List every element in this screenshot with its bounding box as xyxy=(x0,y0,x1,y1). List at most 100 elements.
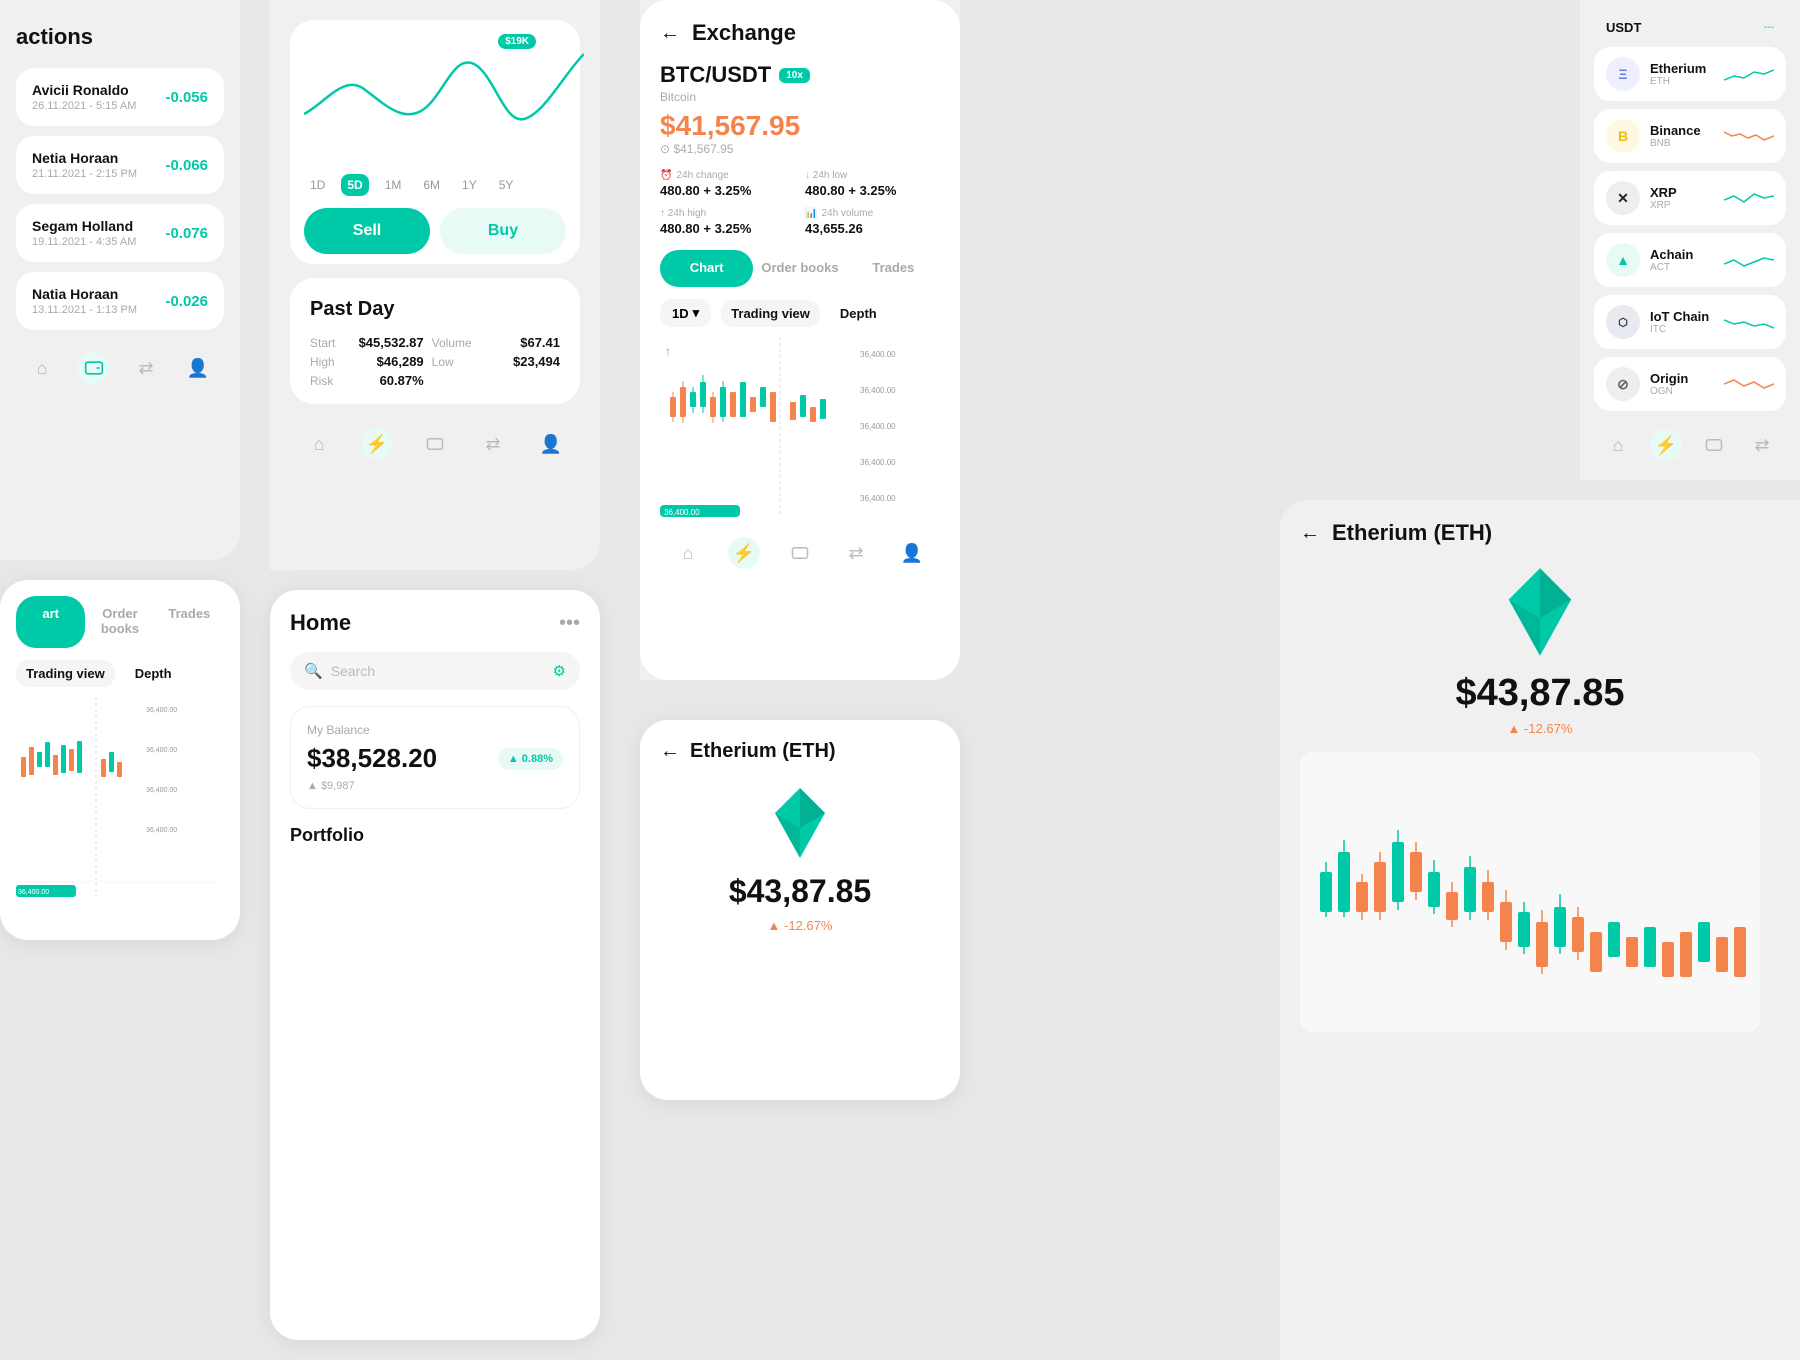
eth-right-back-button[interactable]: ← xyxy=(1300,522,1320,545)
coins-nav-home[interactable]: ⌂ xyxy=(1602,429,1634,461)
chart-nav-wallet[interactable] xyxy=(419,428,451,460)
bl-tab-art[interactable]: art xyxy=(16,596,85,648)
bl-chart-area: 36,400.00 36,400.00 36,400.00 36,400.00 … xyxy=(16,697,224,897)
bl-tab-orderbooks[interactable]: Order books xyxy=(85,596,154,648)
svg-text:36,400.00: 36,400.00 xyxy=(860,458,896,467)
eth-right-change: ▲ -12.67% xyxy=(1300,721,1780,736)
exchange-panel: ← Exchange BTC/USDT 10x Bitcoin $41,567.… xyxy=(640,0,960,680)
eth-header: ← Etherium (ETH) xyxy=(660,740,940,763)
coin-itc[interactable]: ⬡ IoT Chain ITC xyxy=(1594,295,1786,349)
stats-grid: ⏰24h change 480.80 + 3.25% ↓ 24h low 480… xyxy=(660,170,940,236)
ogn-sparkline xyxy=(1724,372,1774,396)
stat-high: ↑ 24h high 480.80 + 3.25% xyxy=(660,208,795,236)
coin-ogn[interactable]: ⊘ Origin OGN xyxy=(1594,357,1786,411)
coins-nav-wallet[interactable] xyxy=(1698,429,1730,461)
eth-right-candle-svg xyxy=(1300,752,1760,1032)
pair-subtitle: Bitcoin xyxy=(660,90,940,104)
low-label-ex: ↓ 24h low xyxy=(805,170,940,181)
chart-nav-profile[interactable]: 👤 xyxy=(535,428,567,460)
eth-right-price: $43,87.85 xyxy=(1300,672,1780,715)
eth-price: $43,87.85 xyxy=(729,873,871,910)
home-menu-button[interactable]: ••• xyxy=(559,612,580,635)
start-value: $45,532.87 xyxy=(343,335,423,350)
txn-item-1[interactable]: Avicii Ronaldo 26.11.2021 - 5:15 AM -0.0… xyxy=(16,68,224,126)
chart-panel: $19K 1D 5D 1M 6M 1Y 5Y Sell Buy Past Day… xyxy=(270,0,600,570)
nav-exchange-icon[interactable]: ⇄ xyxy=(130,352,162,384)
transactions-title: actions xyxy=(16,24,224,50)
filter-5d[interactable]: 5D xyxy=(341,174,368,196)
nav-profile-icon[interactable]: 👤 xyxy=(182,352,214,384)
coins-nav-bolt[interactable]: ⚡ xyxy=(1650,429,1682,461)
past-day-title: Past Day xyxy=(310,298,560,321)
ex-nav-profile[interactable]: 👤 xyxy=(896,537,928,569)
eth-diamond xyxy=(760,783,840,863)
eth-name: Etherium xyxy=(1650,61,1714,76)
home-title: Home xyxy=(290,610,351,636)
ex-nav-exchange[interactable]: ⇄ xyxy=(840,537,872,569)
tab-orderbooks[interactable]: Order books xyxy=(753,250,846,287)
filter-1d[interactable]: 1D xyxy=(304,174,331,196)
balance-label: My Balance xyxy=(307,723,563,737)
bl-candle-svg: 36,400.00 36,400.00 36,400.00 36,400.00 … xyxy=(16,697,216,897)
txn-item-3[interactable]: Segam Holland 19.11.2021 - 4:35 AM -0.07… xyxy=(16,204,224,262)
eth-info: Etherium ETH xyxy=(1650,61,1714,87)
eth-back-button[interactable]: ← xyxy=(660,740,680,763)
txn-item-4[interactable]: Natia Horaan 13.11.2021 - 1:13 PM -0.026 xyxy=(16,272,224,330)
coin-bnb[interactable]: B Binance BNB xyxy=(1594,109,1786,163)
exchange-inner: ← Exchange BTC/USDT 10x Bitcoin $41,567.… xyxy=(640,0,960,680)
eth-right-diamond-svg xyxy=(1490,562,1590,662)
exchange-back-button[interactable]: ← xyxy=(660,22,680,45)
ex-nav-home[interactable]: ⌂ xyxy=(672,537,704,569)
search-bar[interactable]: 🔍 Search ⚙ xyxy=(290,652,580,690)
timeframe-select[interactable]: 1D ▾ xyxy=(660,299,711,327)
bl-tab-trades[interactable]: Trades xyxy=(155,596,224,648)
stat-low: ↓ 24h low 480.80 + 3.25% xyxy=(805,170,940,198)
filter-6m[interactable]: 6M xyxy=(417,174,446,196)
nav-wallet-icon[interactable] xyxy=(78,352,110,384)
volume-label: Volume xyxy=(432,336,472,350)
coin-eth[interactable]: Ξ Etherium ETH xyxy=(1594,47,1786,101)
bl-depth[interactable]: Depth xyxy=(125,660,182,687)
txn-name-2: Netia Horaan xyxy=(32,150,137,166)
filter-1y[interactable]: 1Y xyxy=(456,174,483,196)
bnb-name: Binance xyxy=(1650,123,1714,138)
svg-text:36,400.00: 36,400.00 xyxy=(860,386,896,395)
pair-price2: ⊙ $41,567.95 xyxy=(660,142,940,156)
svg-text:36,400.00: 36,400.00 xyxy=(860,350,896,359)
chart-nav-exchange[interactable]: ⇄ xyxy=(477,428,509,460)
eth-title: Etherium (ETH) xyxy=(690,740,836,763)
chart-area: $19K 1D 5D 1M 6M 1Y 5Y Sell Buy xyxy=(290,20,580,264)
chart-nav-home[interactable]: ⌂ xyxy=(303,428,335,460)
chart-nav-bolt[interactable]: ⚡ xyxy=(361,428,393,460)
xrp-logo: ✕ xyxy=(1606,181,1640,215)
coins-nav-exchange[interactable]: ⇄ xyxy=(1746,429,1778,461)
sell-button[interactable]: Sell xyxy=(304,208,430,254)
buy-button[interactable]: Buy xyxy=(440,208,566,254)
trading-view-btn[interactable]: Trading view xyxy=(721,300,820,327)
balance-row: $38,528.20 ▲ 0.88% xyxy=(307,743,563,774)
low-value-ex: 480.80 + 3.25% xyxy=(805,183,940,198)
act-info: Achain ACT xyxy=(1650,247,1714,273)
depth-btn[interactable]: Depth xyxy=(830,300,887,327)
act-name: Achain xyxy=(1650,247,1714,262)
action-buttons: Sell Buy xyxy=(304,208,566,254)
coin-xrp[interactable]: ✕ XRP XRP xyxy=(1594,171,1786,225)
txn-value-3: -0.076 xyxy=(165,225,208,242)
coin-act[interactable]: ▲ Achain ACT xyxy=(1594,233,1786,287)
txn-item-2[interactable]: Netia Horaan 21.11.2021 - 2:15 PM -0.066 xyxy=(16,136,224,194)
tab-chart[interactable]: Chart xyxy=(660,250,753,287)
filter-5y[interactable]: 5Y xyxy=(493,174,520,196)
exchange-bottom-nav: ⌂ ⚡ ⇄ 👤 xyxy=(660,525,940,581)
filter-1m[interactable]: 1M xyxy=(379,174,408,196)
tab-trades[interactable]: Trades xyxy=(847,250,940,287)
stat-change: ⏰24h change 480.80 + 3.25% xyxy=(660,170,795,198)
transactions-panel: actions Avicii Ronaldo 26.11.2021 - 5:15… xyxy=(0,0,240,560)
svg-text:36,400.00: 36,400.00 xyxy=(146,747,177,754)
ex-nav-bolt[interactable]: ⚡ xyxy=(728,537,760,569)
bl-trading-view[interactable]: Trading view xyxy=(16,660,115,687)
nav-home-icon[interactable]: ⌂ xyxy=(26,352,58,384)
txn-name-1: Avicii Ronaldo xyxy=(32,82,136,98)
ex-nav-wallet[interactable] xyxy=(784,537,816,569)
view-row: 1D ▾ Trading view Depth xyxy=(660,299,940,327)
filter-icon[interactable]: ⚙ xyxy=(553,662,566,680)
